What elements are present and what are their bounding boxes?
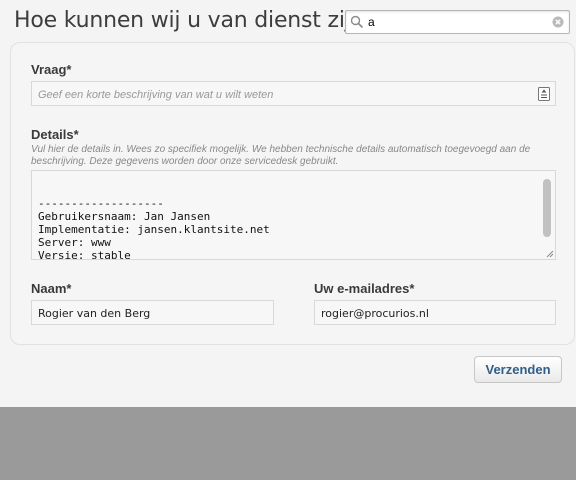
search-input[interactable]	[368, 13, 548, 31]
clear-icon[interactable]	[552, 16, 564, 28]
search-box[interactable]	[345, 10, 570, 34]
email-label: Uw e-mailadres*	[314, 281, 415, 296]
details-help-text: Vul hier de details in. Wees zo specifie…	[31, 144, 531, 167]
email-input[interactable]	[321, 306, 546, 321]
vraag-field[interactable]	[31, 81, 556, 106]
vraag-input[interactable]	[38, 87, 518, 102]
naam-field[interactable]	[31, 300, 274, 325]
details-textarea[interactable]: ------------------- Gebruikersnaam: Jan …	[31, 170, 556, 260]
details-label: Details*	[31, 127, 79, 142]
scroll-thumb[interactable]	[543, 179, 551, 237]
document-icon[interactable]	[538, 87, 550, 101]
background-overlay	[0, 407, 576, 480]
details-text[interactable]: ------------------- Gebruikersnaam: Jan …	[38, 171, 538, 259]
submit-button[interactable]: Verzenden	[474, 356, 562, 383]
email-field[interactable]	[314, 300, 556, 325]
resize-handle-icon[interactable]	[545, 249, 554, 258]
naam-input[interactable]	[38, 306, 263, 321]
page-title: Hoe kunnen wij u van dienst zijn?	[14, 8, 376, 33]
vraag-label: Vraag*	[31, 62, 72, 77]
header: Hoe kunnen wij u van dienst zijn?	[0, 0, 576, 44]
naam-label: Naam*	[31, 281, 72, 296]
search-icon	[350, 15, 364, 29]
details-scrollbar[interactable]	[542, 173, 553, 257]
